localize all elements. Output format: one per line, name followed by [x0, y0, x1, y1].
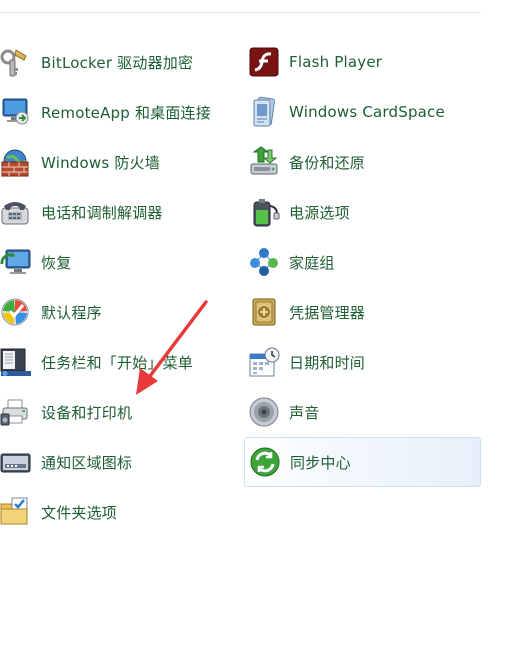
cp-item-date-time[interactable]: 日期和时间 — [244, 337, 481, 387]
firewall-brick-globe-icon — [0, 146, 32, 178]
remoteapp-monitor-icon — [0, 96, 32, 128]
backup-restore-icon — [248, 146, 280, 178]
cp-item-label: 日期和时间 — [289, 353, 366, 372]
devices-printers-icon — [0, 396, 32, 428]
cp-item-label: 文件夹选项 — [41, 503, 118, 522]
cp-item-devices-printers[interactable]: 设备和打印机 — [0, 387, 236, 437]
cp-item-power-options[interactable]: 电源选项 — [244, 187, 481, 237]
flash-player-icon — [248, 46, 280, 78]
cp-item-default-programs[interactable]: 默认程序 — [0, 287, 236, 337]
cp-item-label: 声音 — [289, 403, 320, 422]
cp-item-label: 电源选项 — [289, 203, 350, 222]
cp-item-sound[interactable]: 声音 — [244, 387, 481, 437]
recovery-monitor-icon — [0, 246, 32, 278]
sync-center-icon — [249, 446, 281, 478]
cp-item-label: 同步中心 — [290, 453, 351, 472]
folder-options-icon — [0, 496, 32, 528]
cp-item-recovery[interactable]: 恢复 — [0, 237, 236, 287]
cp-item-folder-options[interactable]: 文件夹选项 — [0, 487, 236, 537]
cp-item-bitlocker[interactable]: BitLocker 驱动器加密 — [0, 37, 236, 87]
cp-item-taskbar-start[interactable]: 任务栏和「开始」菜单 — [0, 337, 236, 387]
telephone-modem-icon — [0, 196, 32, 228]
cp-item-label: 家庭组 — [289, 253, 335, 272]
cp-item-backup-restore[interactable]: 备份和还原 — [244, 137, 481, 187]
default-programs-icon — [0, 296, 32, 328]
cp-item-label: 设备和打印机 — [41, 403, 133, 422]
taskbar-start-menu-icon — [0, 346, 32, 378]
cp-item-label: 任务栏和「开始」菜单 — [41, 353, 194, 372]
cp-item-label: Windows CardSpace — [289, 103, 445, 121]
cp-item-label: 通知区域图标 — [41, 453, 133, 472]
cp-item-label: 电话和调制解调器 — [41, 203, 163, 222]
cp-item-flash-player[interactable]: Flash Player — [244, 37, 481, 87]
credential-manager-vault-icon — [248, 296, 280, 328]
cp-item-label: 恢复 — [41, 253, 72, 272]
cp-item-sync-center[interactable]: 同步中心 — [244, 437, 481, 487]
top-divider — [0, 12, 481, 13]
sound-speaker-icon — [248, 396, 280, 428]
cp-item-label: 默认程序 — [41, 303, 102, 322]
cp-item-notification-area[interactable]: 通知区域图标 — [0, 437, 236, 487]
cp-item-firewall[interactable]: Windows 防火墙 — [0, 137, 236, 187]
cp-item-homegroup[interactable]: 家庭组 — [244, 237, 481, 287]
cp-item-credential-manager[interactable]: 凭据管理器 — [244, 287, 481, 337]
notification-area-icon — [0, 446, 32, 478]
cardspace-icon — [248, 96, 280, 128]
cp-item-label: Flash Player — [289, 53, 383, 71]
cp-item-label: 备份和还原 — [289, 153, 366, 172]
cp-item-label: RemoteApp 和桌面连接 — [41, 103, 211, 122]
cp-item-remoteapp[interactable]: RemoteApp 和桌面连接 — [0, 87, 236, 137]
homegroup-icon — [248, 246, 280, 278]
cp-item-label: Windows 防火墙 — [41, 153, 160, 172]
cp-item-label: BitLocker 驱动器加密 — [41, 53, 194, 72]
power-options-battery-icon — [248, 196, 280, 228]
cp-item-label: 凭据管理器 — [289, 303, 366, 322]
cp-item-phone-modem[interactable]: 电话和调制解调器 — [0, 187, 236, 237]
bitlocker-key-icon — [0, 46, 32, 78]
cp-item-cardspace[interactable]: Windows CardSpace — [244, 87, 481, 137]
date-time-calendar-clock-icon — [248, 346, 280, 378]
